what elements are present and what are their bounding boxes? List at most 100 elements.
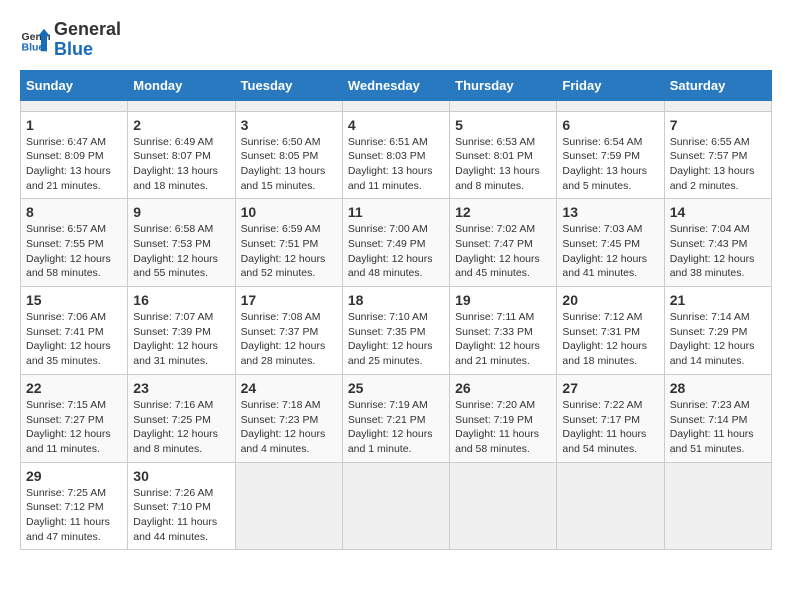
day-info: Sunrise: 7:10 AM Sunset: 7:35 PM Dayligh…	[348, 310, 444, 369]
day-number: 28	[670, 380, 766, 396]
day-number: 14	[670, 204, 766, 220]
day-number: 27	[562, 380, 658, 396]
day-info: Sunrise: 7:08 AM Sunset: 7:37 PM Dayligh…	[241, 310, 337, 369]
calendar-cell	[235, 462, 342, 550]
day-number: 17	[241, 292, 337, 308]
calendar-cell: 9Sunrise: 6:58 AM Sunset: 7:53 PM Daylig…	[128, 199, 235, 287]
calendar-cell	[557, 462, 664, 550]
day-header-thursday: Thursday	[450, 70, 557, 100]
calendar-table: SundayMondayTuesdayWednesdayThursdayFrid…	[20, 70, 772, 551]
calendar-cell: 21 Sunrise: 7:14 AM Sunset: 7:29 PM Dayli…	[664, 287, 771, 375]
calendar-week-row: 8 Sunrise: 6:57 AM Sunset: 7:55 PM Daylig…	[21, 199, 772, 287]
day-number: 8	[26, 204, 122, 220]
day-info: Sunrise: 7:18 AM Sunset: 7:23 PM Dayligh…	[241, 398, 337, 457]
logo: General Blue General Blue	[20, 20, 121, 60]
calendar-cell	[557, 100, 664, 111]
calendar-cell: 24 Sunrise: 7:18 AM Sunset: 7:23 PM Dayli…	[235, 374, 342, 462]
day-info: Sunrise: 7:19 AM Sunset: 7:21 PM Dayligh…	[348, 398, 444, 457]
day-number: 25	[348, 380, 444, 396]
calendar-week-row: 1 Sunrise: 6:47 AM Sunset: 8:09 PM Daylig…	[21, 111, 772, 199]
day-info: Sunrise: 7:06 AM Sunset: 7:41 PM Dayligh…	[26, 310, 122, 369]
day-info: Sunrise: 7:23 AM Sunset: 7:14 PM Dayligh…	[670, 398, 766, 457]
day-number: 16	[133, 292, 229, 308]
day-info: Sunrise: 7:15 AM Sunset: 7:27 PM Dayligh…	[26, 398, 122, 457]
logo-icon: General Blue	[20, 25, 50, 55]
day-info: Sunrise: 7:11 AM Sunset: 7:33 PM Dayligh…	[455, 310, 551, 369]
day-number: 5	[455, 117, 551, 133]
calendar-cell: 17 Sunrise: 7:08 AM Sunset: 7:37 PM Dayli…	[235, 287, 342, 375]
day-header-wednesday: Wednesday	[342, 70, 449, 100]
day-info: Sunrise: 7:14 AM Sunset: 7:29 PM Dayligh…	[670, 310, 766, 369]
calendar-cell: 30 Sunrise: 7:26 AM Sunset: 7:10 PM Dayli…	[128, 462, 235, 550]
day-info: Sunrise: 6:47 AM Sunset: 8:09 PM Dayligh…	[26, 135, 122, 194]
day-info: Sunrise: 6:50 AM Sunset: 8:05 PM Dayligh…	[241, 135, 337, 194]
svg-text:Blue: Blue	[22, 41, 45, 53]
day-number: 30	[133, 468, 229, 484]
calendar-cell: 3Sunrise: 6:50 AM Sunset: 8:05 PM Daylig…	[235, 111, 342, 199]
day-number: 13	[562, 204, 658, 220]
calendar-cell: 13 Sunrise: 7:03 AM Sunset: 7:45 PM Dayli…	[557, 199, 664, 287]
calendar-cell: 25 Sunrise: 7:19 AM Sunset: 7:21 PM Dayli…	[342, 374, 449, 462]
calendar-cell	[450, 462, 557, 550]
day-header-sunday: Sunday	[21, 70, 128, 100]
day-info: Sunrise: 7:22 AM Sunset: 7:17 PM Dayligh…	[562, 398, 658, 457]
day-info: Sunrise: 7:12 AM Sunset: 7:31 PM Dayligh…	[562, 310, 658, 369]
page-header: General Blue General Blue	[20, 20, 772, 60]
calendar-cell: 7 Sunrise: 6:55 AM Sunset: 7:57 PM Daylig…	[664, 111, 771, 199]
calendar-cell: 29 Sunrise: 7:25 AM Sunset: 7:12 PM Dayli…	[21, 462, 128, 550]
day-number: 7	[670, 117, 766, 133]
calendar-cell: 15 Sunrise: 7:06 AM Sunset: 7:41 PM Dayli…	[21, 287, 128, 375]
day-number: 2	[133, 117, 229, 133]
day-number: 1	[26, 117, 122, 133]
calendar-cell: 22 Sunrise: 7:15 AM Sunset: 7:27 PM Dayli…	[21, 374, 128, 462]
day-info: Sunrise: 6:59 AM Sunset: 7:51 PM Dayligh…	[241, 222, 337, 281]
day-info: Sunrise: 7:26 AM Sunset: 7:10 PM Dayligh…	[133, 486, 229, 545]
day-number: 24	[241, 380, 337, 396]
calendar-cell	[342, 100, 449, 111]
day-info: Sunrise: 6:55 AM Sunset: 7:57 PM Dayligh…	[670, 135, 766, 194]
calendar-cell: 20 Sunrise: 7:12 AM Sunset: 7:31 PM Dayli…	[557, 287, 664, 375]
calendar-week-row: 15 Sunrise: 7:06 AM Sunset: 7:41 PM Dayli…	[21, 287, 772, 375]
day-number: 29	[26, 468, 122, 484]
day-info: Sunrise: 6:49 AM Sunset: 8:07 PM Dayligh…	[133, 135, 229, 194]
day-number: 22	[26, 380, 122, 396]
day-info: Sunrise: 6:58 AM Sunset: 7:53 PM Dayligh…	[133, 222, 229, 281]
day-info: Sunrise: 7:16 AM Sunset: 7:25 PM Dayligh…	[133, 398, 229, 457]
calendar-cell	[664, 462, 771, 550]
calendar-cell: 16 Sunrise: 7:07 AM Sunset: 7:39 PM Dayli…	[128, 287, 235, 375]
calendar-header-row: SundayMondayTuesdayWednesdayThursdayFrid…	[21, 70, 772, 100]
day-header-saturday: Saturday	[664, 70, 771, 100]
day-number: 12	[455, 204, 551, 220]
day-info: Sunrise: 7:07 AM Sunset: 7:39 PM Dayligh…	[133, 310, 229, 369]
calendar-cell: 12 Sunrise: 7:02 AM Sunset: 7:47 PM Dayli…	[450, 199, 557, 287]
day-number: 18	[348, 292, 444, 308]
day-info: Sunrise: 7:00 AM Sunset: 7:49 PM Dayligh…	[348, 222, 444, 281]
calendar-cell	[21, 100, 128, 111]
calendar-week-row: 29 Sunrise: 7:25 AM Sunset: 7:12 PM Dayli…	[21, 462, 772, 550]
day-number: 15	[26, 292, 122, 308]
calendar-cell: 28 Sunrise: 7:23 AM Sunset: 7:14 PM Dayli…	[664, 374, 771, 462]
day-number: 20	[562, 292, 658, 308]
day-info: Sunrise: 6:57 AM Sunset: 7:55 PM Dayligh…	[26, 222, 122, 281]
calendar-cell: 4Sunrise: 6:51 AM Sunset: 8:03 PM Daylig…	[342, 111, 449, 199]
logo-text: General Blue	[54, 20, 121, 60]
day-info: Sunrise: 7:20 AM Sunset: 7:19 PM Dayligh…	[455, 398, 551, 457]
day-number: 26	[455, 380, 551, 396]
day-number: 4	[348, 117, 444, 133]
day-info: Sunrise: 7:25 AM Sunset: 7:12 PM Dayligh…	[26, 486, 122, 545]
calendar-cell: 26 Sunrise: 7:20 AM Sunset: 7:19 PM Dayli…	[450, 374, 557, 462]
calendar-cell: 11Sunrise: 7:00 AM Sunset: 7:49 PM Dayli…	[342, 199, 449, 287]
day-info: Sunrise: 7:02 AM Sunset: 7:47 PM Dayligh…	[455, 222, 551, 281]
day-info: Sunrise: 6:54 AM Sunset: 7:59 PM Dayligh…	[562, 135, 658, 194]
calendar-cell	[664, 100, 771, 111]
calendar-cell: 8 Sunrise: 6:57 AM Sunset: 7:55 PM Daylig…	[21, 199, 128, 287]
calendar-cell: 1 Sunrise: 6:47 AM Sunset: 8:09 PM Daylig…	[21, 111, 128, 199]
day-header-monday: Monday	[128, 70, 235, 100]
day-info: Sunrise: 7:03 AM Sunset: 7:45 PM Dayligh…	[562, 222, 658, 281]
day-info: Sunrise: 6:53 AM Sunset: 8:01 PM Dayligh…	[455, 135, 551, 194]
day-number: 10	[241, 204, 337, 220]
calendar-cell: 2 Sunrise: 6:49 AM Sunset: 8:07 PM Daylig…	[128, 111, 235, 199]
calendar-cell	[450, 100, 557, 111]
day-header-tuesday: Tuesday	[235, 70, 342, 100]
day-number: 21	[670, 292, 766, 308]
